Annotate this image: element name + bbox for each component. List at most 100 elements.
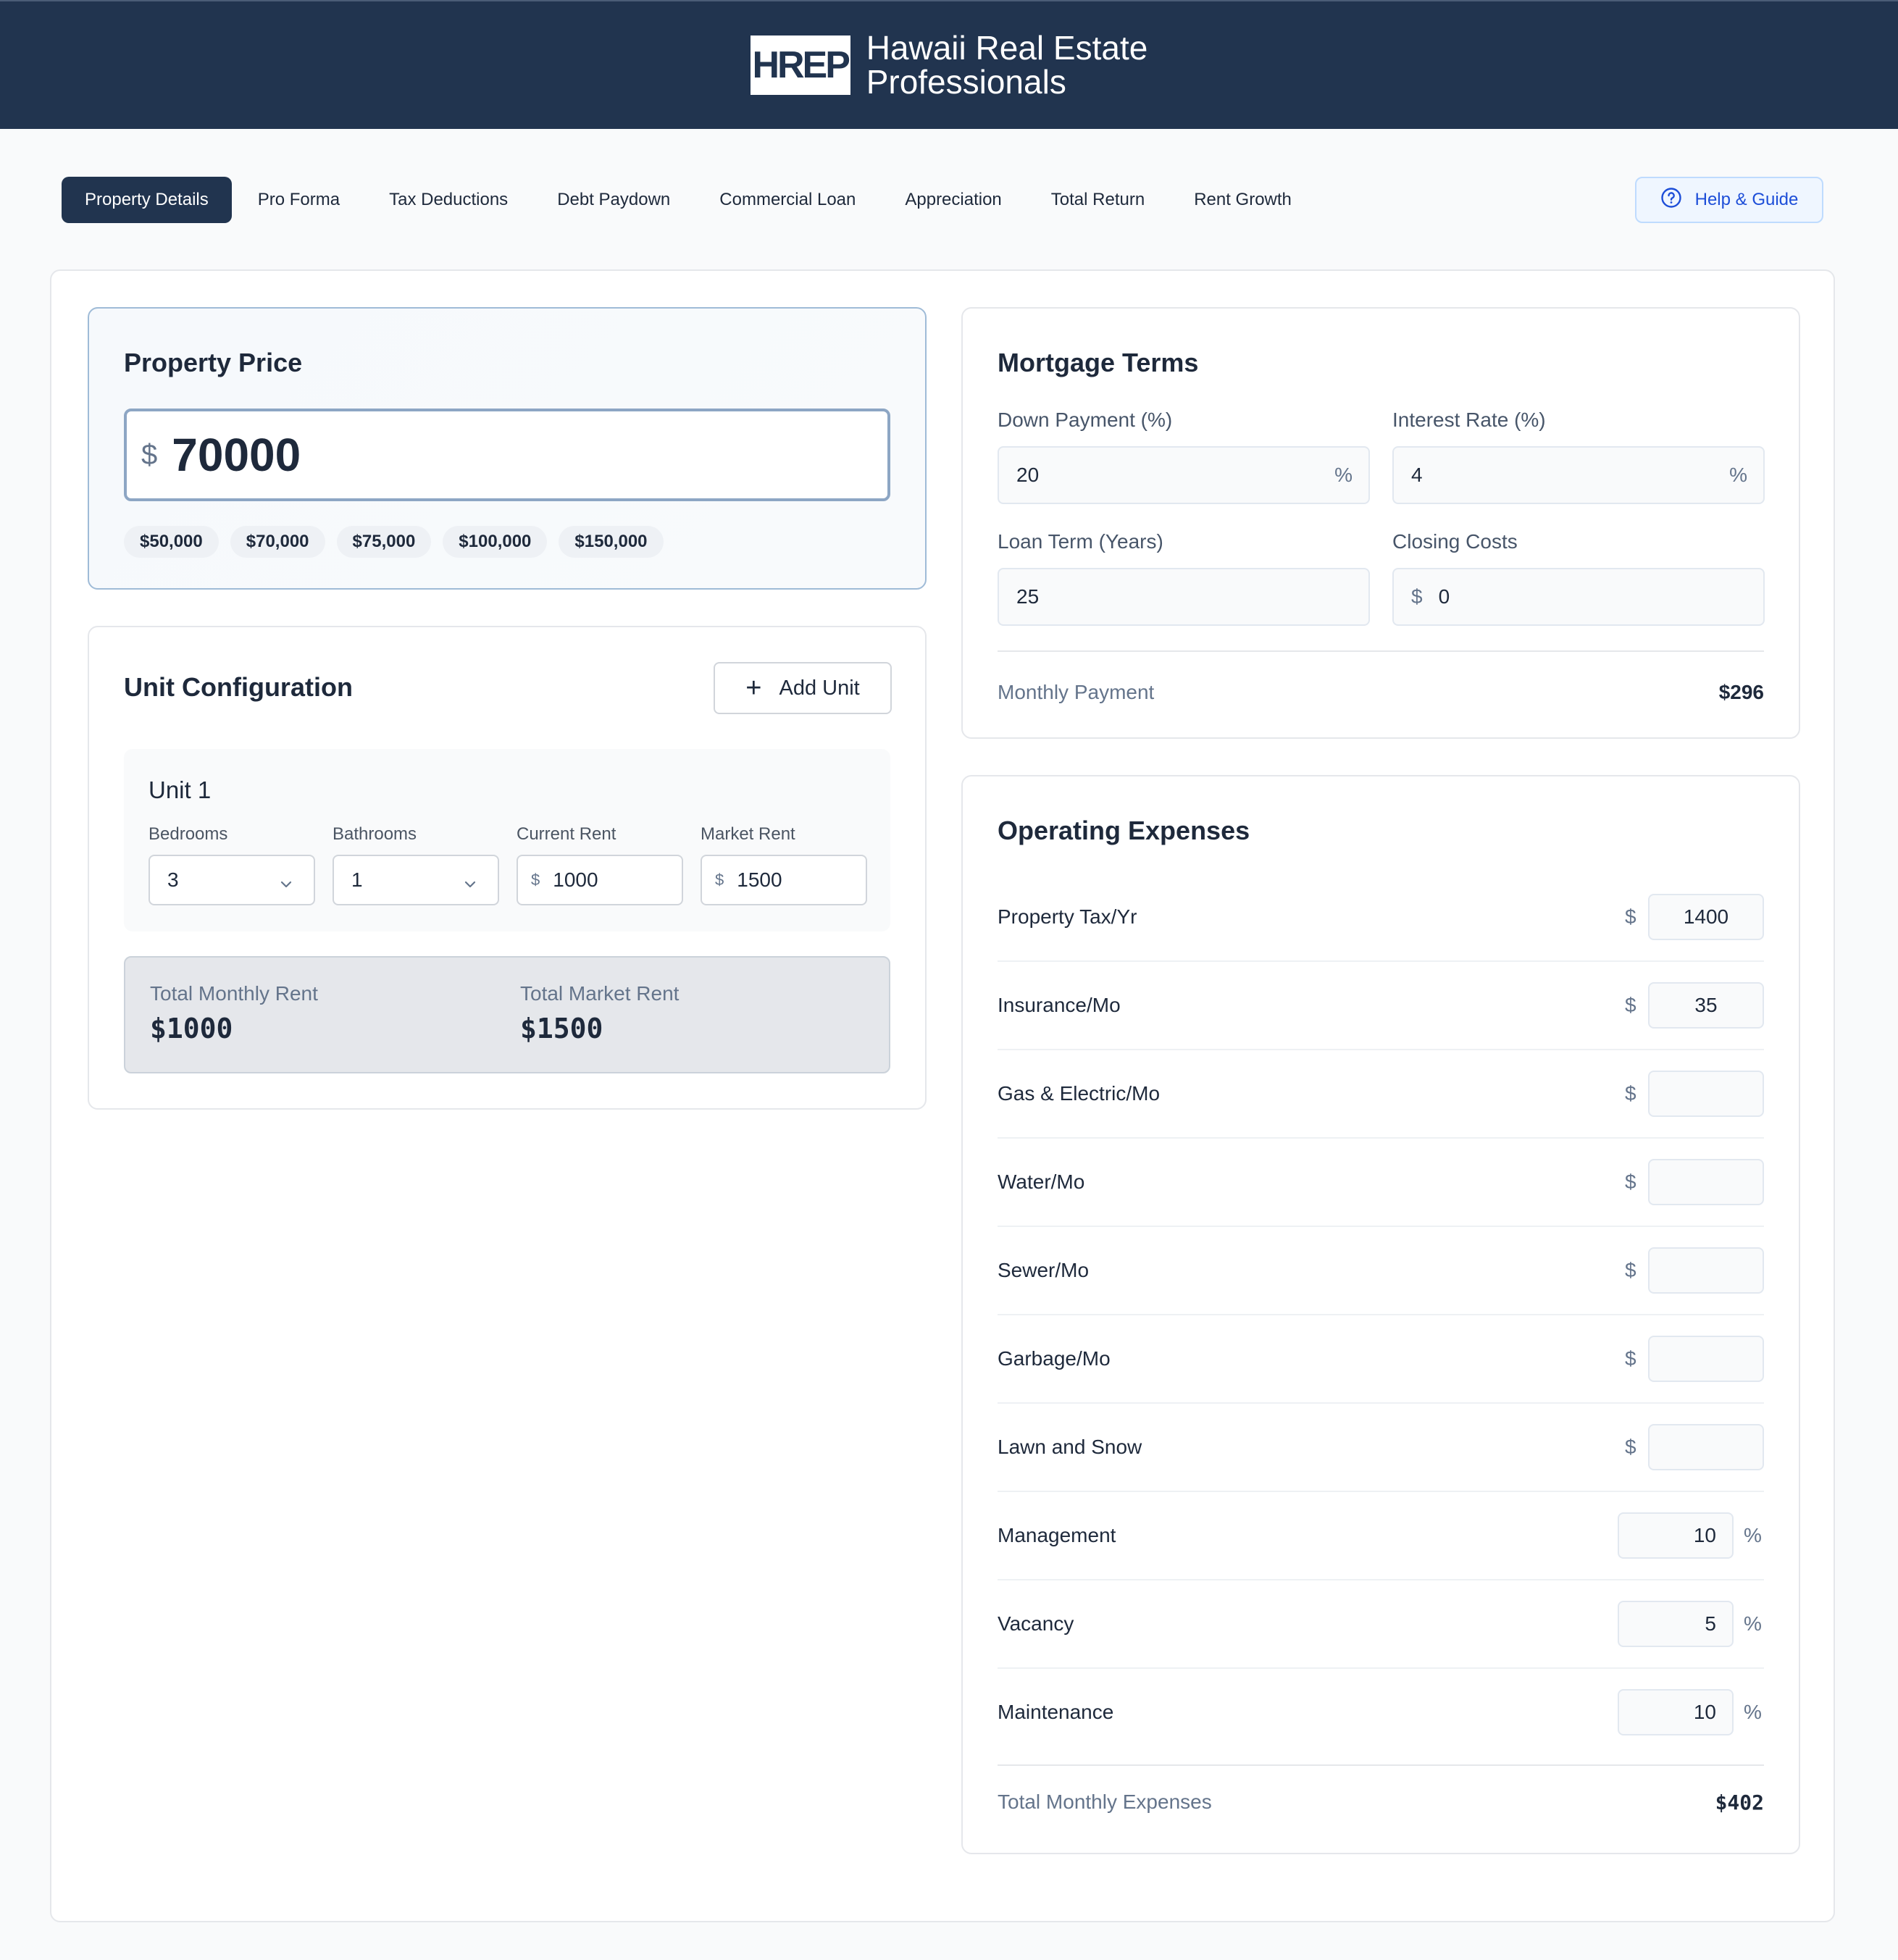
mortgage-terms-title: Mortgage Terms bbox=[998, 348, 1199, 377]
price-preset-chip[interactable]: $70,000 bbox=[230, 526, 325, 558]
unit-configuration-card: Unit Configuration + Add Unit Unit 1 Bed… bbox=[88, 626, 927, 1110]
expense-row-insurance: Insurance/Mo $ 35 bbox=[998, 962, 1764, 1050]
expense-label: Property Tax/Yr bbox=[998, 905, 1137, 928]
unit-configuration-title: Unit Configuration bbox=[124, 672, 353, 702]
price-preset-chip[interactable]: $100,000 bbox=[443, 526, 548, 558]
brand-name-line1: Hawaii Real Estate bbox=[866, 29, 1148, 67]
expense-row-sewer: Sewer/Mo $ bbox=[998, 1227, 1764, 1315]
currency-symbol: $ bbox=[1625, 1259, 1636, 1281]
sewer-input[interactable] bbox=[1648, 1247, 1764, 1294]
help-guide-button[interactable]: Help & Guide bbox=[1635, 177, 1823, 223]
expense-label: Vacancy bbox=[998, 1612, 1074, 1635]
property-tax-input[interactable]: 1400 bbox=[1648, 894, 1764, 940]
expense-row-management: Management 10 % bbox=[998, 1492, 1764, 1580]
loan-term-input[interactable]: 25 bbox=[998, 568, 1370, 626]
interest-rate-label: Interest Rate (%) bbox=[1392, 409, 1546, 431]
loan-term-value: 25 bbox=[1016, 585, 1040, 608]
down-payment-label: Down Payment (%) bbox=[998, 409, 1173, 431]
bedrooms-label: Bedrooms bbox=[149, 824, 228, 844]
expense-row-garbage: Garbage/Mo $ bbox=[998, 1315, 1764, 1404]
closing-costs-input[interactable]: $ 0 bbox=[1392, 568, 1765, 626]
tab-property-details[interactable]: Property Details bbox=[62, 177, 232, 223]
expense-row-water: Water/Mo $ bbox=[998, 1139, 1764, 1227]
down-payment-input[interactable]: 20 % bbox=[998, 446, 1370, 504]
currency-symbol: $ bbox=[1625, 1082, 1636, 1105]
maintenance-input[interactable]: 10 bbox=[1618, 1689, 1734, 1735]
total-market-rent-label: Total Market Rent bbox=[520, 982, 680, 1005]
price-preset-chip[interactable]: $75,000 bbox=[336, 526, 432, 558]
interest-rate-input[interactable]: 4 % bbox=[1392, 446, 1765, 504]
bedrooms-select[interactable]: 3 bbox=[149, 855, 315, 905]
divider bbox=[998, 650, 1764, 652]
currency-symbol: $ bbox=[141, 438, 158, 471]
brand[interactable]: HREP Hawaii Real Estate Professionals bbox=[750, 31, 1148, 99]
mortgage-terms-card: Mortgage Terms Down Payment (%) 20 % Int… bbox=[961, 307, 1800, 739]
price-presets: $50,000 $70,000 $75,000 $100,000 $150,00… bbox=[124, 526, 664, 558]
interest-rate-value: 4 bbox=[1411, 464, 1423, 486]
currency-symbol: $ bbox=[715, 871, 724, 889]
garbage-input[interactable] bbox=[1648, 1336, 1764, 1382]
property-price-input[interactable]: $ 70000 bbox=[124, 409, 890, 501]
tab-total-return[interactable]: Total Return bbox=[1028, 177, 1168, 223]
operating-expenses-title: Operating Expenses bbox=[998, 816, 1250, 845]
expense-row-property-tax: Property Tax/Yr $ 1400 bbox=[998, 874, 1764, 962]
percent-suffix: % bbox=[1744, 1612, 1762, 1635]
bathrooms-value: 1 bbox=[351, 868, 363, 891]
unit-row: Unit 1 Bedrooms 3 Bathrooms 1 Current Re… bbox=[124, 749, 890, 931]
add-unit-label: Add Unit bbox=[779, 676, 860, 700]
percent-suffix: % bbox=[1729, 464, 1747, 486]
currency-symbol: $ bbox=[1625, 1436, 1636, 1458]
monthly-payment-label: Monthly Payment bbox=[998, 681, 1155, 703]
expense-label: Gas & Electric/Mo bbox=[998, 1082, 1161, 1105]
tab-rent-growth[interactable]: Rent Growth bbox=[1171, 177, 1315, 223]
total-monthly-rent-value: $1000 bbox=[150, 1013, 233, 1044]
market-rent-label: Market Rent bbox=[701, 824, 795, 844]
closing-costs-value: 0 bbox=[1438, 585, 1450, 608]
expense-label: Sewer/Mo bbox=[998, 1259, 1090, 1281]
app-header: HREP Hawaii Real Estate Professionals bbox=[0, 0, 1898, 129]
vacancy-input[interactable]: 5 bbox=[1618, 1601, 1734, 1647]
current-rent-input[interactable]: $ 1000 bbox=[517, 855, 683, 905]
tab-commercial-loan[interactable]: Commercial Loan bbox=[696, 177, 879, 223]
currency-symbol: $ bbox=[1625, 1170, 1636, 1193]
expense-label: Garbage/Mo bbox=[998, 1347, 1111, 1370]
water-input[interactable] bbox=[1648, 1159, 1764, 1205]
insurance-input[interactable]: 35 bbox=[1648, 982, 1764, 1029]
brand-name-line2: Professionals bbox=[866, 63, 1066, 101]
percent-suffix: % bbox=[1334, 464, 1353, 486]
lawn-snow-input[interactable] bbox=[1648, 1424, 1764, 1470]
total-monthly-expenses-label: Total Monthly Expenses bbox=[998, 1791, 1212, 1813]
expense-row-lawn-snow: Lawn and Snow $ bbox=[998, 1404, 1764, 1492]
add-unit-button[interactable]: + Add Unit bbox=[714, 662, 892, 714]
management-input[interactable]: 10 bbox=[1618, 1512, 1734, 1559]
tab-bar: Property Details Pro Forma Tax Deduction… bbox=[62, 177, 1315, 223]
expense-row-vacancy: Vacancy 5 % bbox=[998, 1580, 1764, 1669]
gas-electric-input[interactable] bbox=[1648, 1071, 1764, 1117]
market-rent-value: 1500 bbox=[737, 868, 782, 891]
rent-totals: Total Monthly Rent $1000 Total Market Re… bbox=[124, 956, 890, 1073]
brand-name: Hawaii Real Estate Professionals bbox=[866, 31, 1148, 99]
currency-symbol: $ bbox=[531, 871, 540, 889]
tab-appreciation[interactable]: Appreciation bbox=[882, 177, 1024, 223]
price-preset-chip[interactable]: $50,000 bbox=[124, 526, 219, 558]
tab-debt-paydown[interactable]: Debt Paydown bbox=[534, 177, 693, 223]
currency-symbol: $ bbox=[1411, 585, 1423, 608]
tab-pro-forma[interactable]: Pro Forma bbox=[235, 177, 363, 223]
market-rent-input[interactable]: $ 1500 bbox=[701, 855, 867, 905]
divider bbox=[998, 1764, 1764, 1766]
total-monthly-expenses-value: $402 bbox=[1715, 1791, 1764, 1814]
plus-icon: + bbox=[745, 673, 762, 703]
property-price-value: 70000 bbox=[172, 429, 301, 481]
price-preset-chip[interactable]: $150,000 bbox=[559, 526, 664, 558]
bathrooms-select[interactable]: 1 bbox=[333, 855, 499, 905]
loan-term-label: Loan Term (Years) bbox=[998, 530, 1163, 553]
closing-costs-label: Closing Costs bbox=[1392, 530, 1518, 553]
tab-tax-deductions[interactable]: Tax Deductions bbox=[366, 177, 531, 223]
expense-row-gas-electric: Gas & Electric/Mo $ bbox=[998, 1050, 1764, 1139]
operating-expenses-card: Operating Expenses Property Tax/Yr $ 140… bbox=[961, 775, 1800, 1854]
hrep-logo: HREP bbox=[750, 35, 850, 95]
property-price-title: Property Price bbox=[124, 348, 303, 377]
expense-label: Insurance/Mo bbox=[998, 994, 1121, 1016]
bathrooms-label: Bathrooms bbox=[333, 824, 417, 844]
bedrooms-value: 3 bbox=[167, 868, 179, 891]
